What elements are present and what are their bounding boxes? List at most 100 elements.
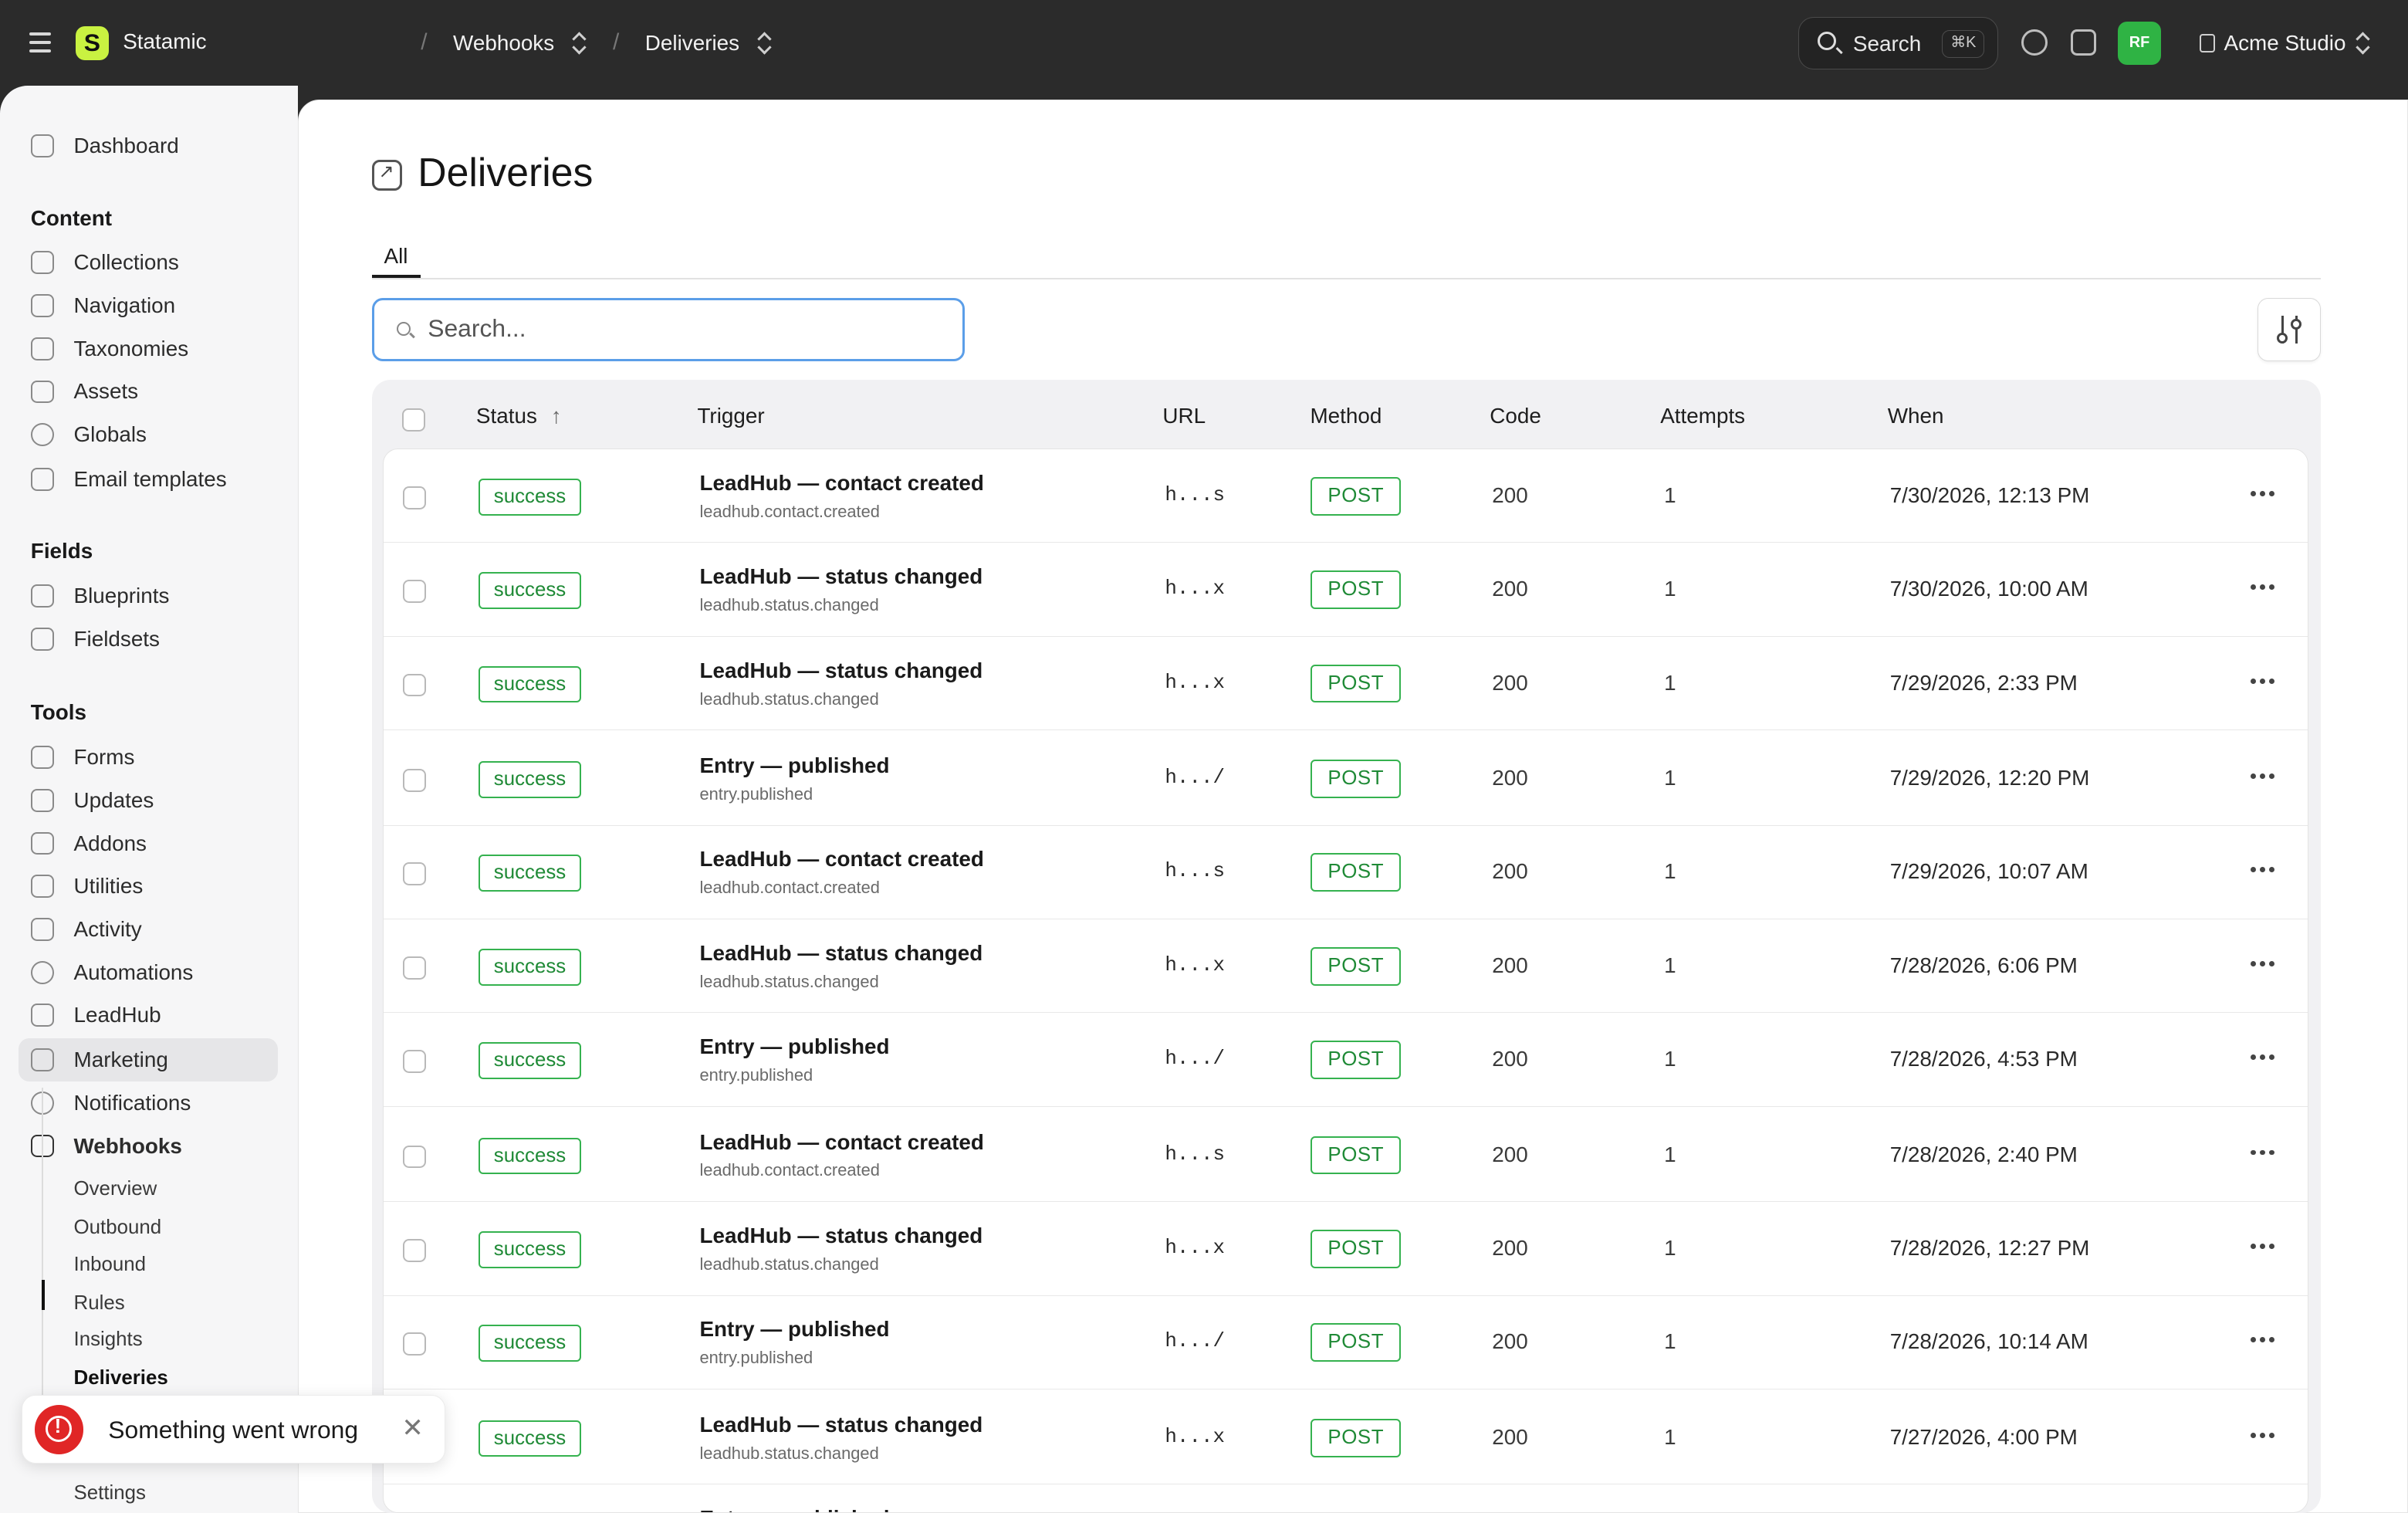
trigger-name[interactable]: LeadHub — contact created	[699, 1130, 983, 1155]
sidebar-subitem-insights[interactable]: Insights	[74, 1329, 143, 1351]
sidebar-item-automations[interactable]: Automations	[30, 957, 193, 988]
avatar[interactable]: RF	[2118, 21, 2161, 65]
more-actions-icon[interactable]	[2251, 490, 2278, 497]
sidebar-subitem-outbound[interactable]: Outbound	[74, 1217, 162, 1239]
column-header-attempts[interactable]: Attempts	[1660, 404, 1745, 428]
table-row[interactable]: success LeadHub — status changed leadhub…	[383, 1202, 2308, 1296]
method-badge: POST	[1311, 1418, 1402, 1457]
sidebar-item-navigation[interactable]: Navigation	[30, 290, 175, 321]
trigger-name[interactable]: Entry — published	[699, 1506, 889, 1512]
sidebar-item-leadhub[interactable]: LeadHub	[30, 1000, 161, 1031]
help-icon[interactable]	[2021, 29, 2048, 56]
sidebar-item-fieldsets[interactable]: Fieldsets	[30, 624, 160, 655]
sidebar-subitem-inbound[interactable]: Inbound	[74, 1254, 146, 1276]
statamic-logo[interactable]: S	[75, 25, 110, 60]
more-actions-icon[interactable]	[2251, 867, 2278, 873]
trigger-name[interactable]: LeadHub — status changed	[699, 658, 982, 683]
sidebar-subitem-deliveries[interactable]: Deliveries	[74, 1367, 168, 1389]
row-checkbox[interactable]	[403, 1050, 427, 1073]
trigger-name[interactable]: LeadHub — status changed	[699, 1413, 982, 1437]
sidebar-subitem-overview[interactable]: Overview	[74, 1178, 157, 1200]
row-checkbox[interactable]	[403, 768, 427, 792]
search-icon	[397, 321, 411, 336]
row-checkbox[interactable]	[403, 673, 427, 697]
tab-all[interactable]: All	[384, 244, 408, 269]
sidebar-item-activity[interactable]: Activity	[30, 914, 142, 945]
global-search-button[interactable]: Search ⌘K	[1798, 16, 1998, 69]
more-actions-icon[interactable]	[2251, 1243, 2278, 1250]
more-actions-icon[interactable]	[2251, 678, 2278, 685]
brand-name[interactable]: Statamic	[123, 29, 206, 54]
more-actions-icon[interactable]	[2251, 1432, 2278, 1439]
more-actions-icon[interactable]	[2251, 773, 2278, 780]
column-header-method[interactable]: Method	[1310, 404, 1382, 428]
breadcrumb-deliveries[interactable]: Deliveries	[645, 31, 773, 56]
column-header-url[interactable]: URL	[1162, 404, 1206, 428]
row-checkbox[interactable]	[403, 1332, 427, 1356]
sidebar-subitem-settings[interactable]: Settings	[74, 1482, 146, 1505]
table-row[interactable]: success LeadHub — contact created leadhu…	[383, 449, 2308, 543]
select-all-checkbox[interactable]	[402, 408, 426, 432]
row-checkbox[interactable]	[403, 1145, 427, 1169]
table-row[interactable]: success Entry — published entry.publishe…	[383, 732, 2308, 826]
table-row[interactable]: success Entry — published entry.publishe…	[383, 1013, 2308, 1107]
trigger-name[interactable]: LeadHub — status changed	[699, 564, 982, 589]
sidebar-item-label: Notifications	[73, 1090, 191, 1115]
table-row[interactable]: success Entry — published entry.publishe…	[383, 1296, 2308, 1389]
more-actions-icon[interactable]	[2251, 1337, 2278, 1343]
sidebar-item-email-templates[interactable]: Email templates	[30, 464, 227, 495]
trigger-name[interactable]: Entry — published	[699, 1034, 889, 1059]
sidebar-item-blueprints[interactable]: Blueprints	[30, 580, 169, 611]
table-row[interactable]: success LeadHub — status changed leadhub…	[383, 1391, 2308, 1485]
column-header-when[interactable]: When	[1888, 404, 1944, 428]
trigger-name[interactable]: Entry — published	[699, 753, 889, 778]
row-checkbox[interactable]	[403, 486, 427, 509]
table-row[interactable]: success LeadHub — status changed leadhub…	[383, 543, 2308, 637]
row-checkbox[interactable]	[403, 956, 427, 980]
error-toast: Something went wrong ✕	[21, 1394, 446, 1464]
trigger-name[interactable]: LeadHub — contact created	[699, 471, 983, 496]
table-row[interactable]: success LeadHub — contact created leadhu…	[383, 826, 2308, 919]
more-actions-icon[interactable]	[2251, 960, 2278, 967]
switch-site-icon[interactable]	[2070, 29, 2097, 56]
sidebar-item-taxonomies[interactable]: Taxonomies	[30, 333, 188, 364]
column-header-code[interactable]: Code	[1490, 404, 1541, 428]
sidebar-item-marketing[interactable]: Marketing	[30, 1044, 168, 1075]
close-icon[interactable]: ✕	[401, 1413, 423, 1444]
sidebar-item-utilities[interactable]: Utilities	[30, 871, 143, 902]
trigger-name[interactable]: LeadHub — status changed	[699, 941, 982, 966]
filter-settings-button[interactable]	[2258, 298, 2321, 361]
more-actions-icon[interactable]	[2251, 584, 2278, 591]
sidebar-item-dashboard[interactable]: Dashboard	[30, 130, 179, 161]
sidebar-subitem-rules[interactable]: Rules	[74, 1292, 125, 1315]
sidebar-item-collections[interactable]: Collections	[30, 247, 179, 278]
row-checkbox[interactable]	[403, 862, 427, 886]
row-checkbox[interactable]	[403, 580, 427, 604]
table-row[interactable]: Entry — published	[384, 1484, 2308, 1512]
table-row[interactable]: success LeadHub — status changed leadhub…	[383, 637, 2308, 731]
attempts-value: 1	[1664, 482, 1676, 507]
search-field[interactable]	[371, 298, 965, 361]
column-header-trigger[interactable]: Trigger	[697, 404, 764, 428]
menu-icon[interactable]	[29, 32, 51, 52]
more-actions-icon[interactable]	[2251, 1054, 2278, 1061]
sidebar-item-addons[interactable]: Addons	[30, 828, 147, 859]
trigger-name[interactable]: Entry — published	[699, 1317, 889, 1342]
search-input[interactable]	[428, 313, 935, 343]
sidebar-item-notifications[interactable]: Notifications	[30, 1088, 191, 1119]
table-row[interactable]: success LeadHub — contact created leadhu…	[383, 1109, 2308, 1203]
breadcrumb-webhooks[interactable]: Webhooks	[453, 31, 588, 56]
sidebar-item-forms[interactable]: Forms	[30, 742, 134, 773]
site-selector[interactable]: Acme Studio	[2199, 31, 2372, 56]
trigger-name[interactable]: LeadHub — contact created	[699, 847, 983, 872]
image-icon	[30, 380, 54, 404]
sidebar-item-updates[interactable]: Updates	[30, 785, 154, 816]
sidebar-item-globals[interactable]: Globals	[30, 419, 147, 450]
sidebar-item-assets[interactable]: Assets	[30, 377, 138, 408]
trigger-name[interactable]: LeadHub — status changed	[699, 1224, 982, 1248]
sidebar-item-webhooks[interactable]: Webhooks	[30, 1131, 182, 1162]
column-header-status[interactable]: Status ↑	[476, 404, 562, 428]
row-checkbox[interactable]	[403, 1238, 427, 1262]
table-row[interactable]: success LeadHub — status changed leadhub…	[383, 919, 2308, 1014]
more-actions-icon[interactable]	[2251, 1149, 2278, 1156]
